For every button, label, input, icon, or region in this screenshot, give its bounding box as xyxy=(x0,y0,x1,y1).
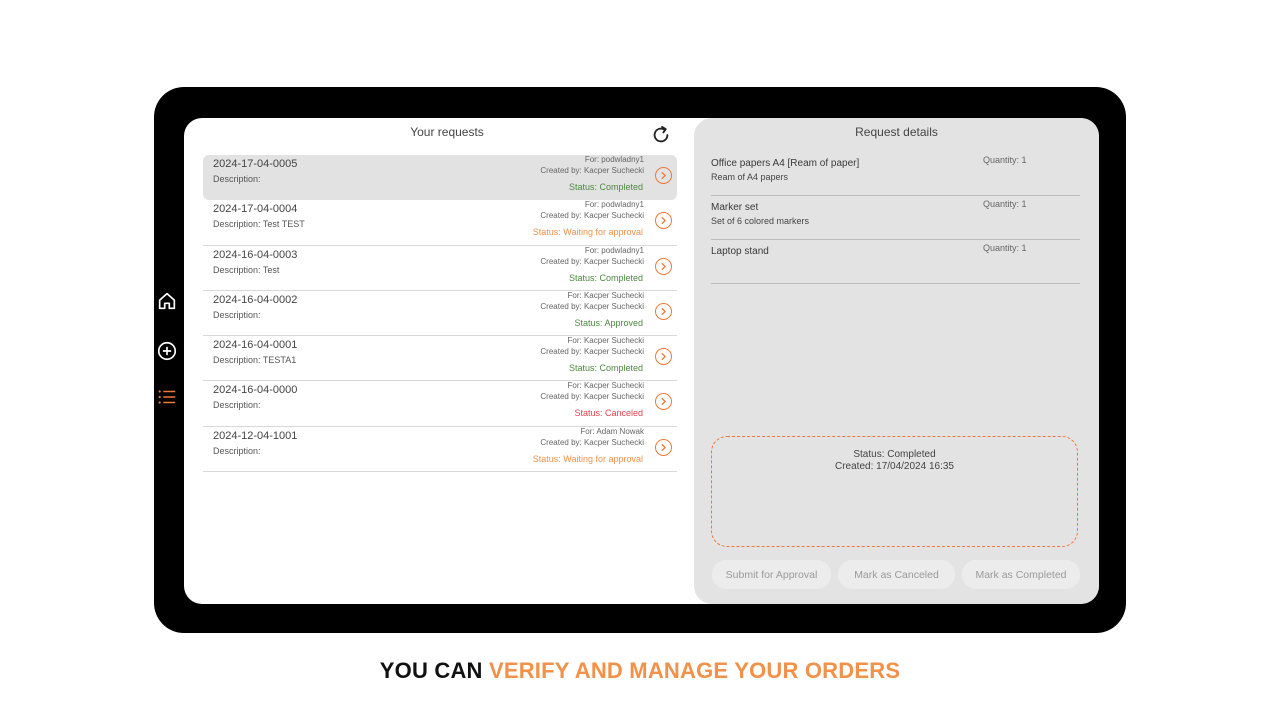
detail-item: Marker set Set of 6 colored markers Quan… xyxy=(711,196,1080,240)
status-box: Status: Completed Created: 17/04/2024 16… xyxy=(711,436,1078,547)
request-for: For: podwladny1 xyxy=(584,245,644,255)
open-request-button[interactable] xyxy=(655,212,672,230)
home-icon xyxy=(158,292,176,310)
created-text: Created: 17/04/2024 16:35 xyxy=(835,461,954,472)
chevron-right-icon xyxy=(661,217,666,225)
nav-home-button[interactable] xyxy=(154,288,180,314)
request-id: 2024-17-04-0004 xyxy=(213,203,298,216)
request-for: For: podwladny1 xyxy=(584,155,644,164)
request-description: Description: xyxy=(213,445,261,456)
request-row[interactable]: 2024-16-04-0000 Description: For: Kacper… xyxy=(203,381,677,427)
request-id: 2024-16-04-0000 xyxy=(213,384,298,397)
marketing-caption: YOU CAN VERIFY AND MANAGE YOUR ORDERS xyxy=(0,658,1280,684)
request-description: Description: TESTA1 xyxy=(213,355,297,366)
request-status: Status: Completed xyxy=(568,182,643,192)
request-status: Status: Approved xyxy=(574,317,643,328)
request-id: 2024-12-04-1001 xyxy=(213,429,298,442)
request-description: Description: Test TEST xyxy=(213,219,305,230)
open-request-button[interactable] xyxy=(655,438,672,456)
item-name: Laptop stand xyxy=(711,246,769,257)
request-created-by: Created by: Kacper Suchecki xyxy=(540,392,644,402)
item-quantity: Quantity: 1 xyxy=(983,155,1027,165)
request-for: For: Kacper Suchecki xyxy=(567,336,644,346)
request-created-by: Created by: Kacper Suchecki xyxy=(540,301,644,311)
requests-panel-title: Your requests xyxy=(410,125,484,139)
request-status: Status: Canceled xyxy=(574,408,643,419)
request-row[interactable]: 2024-17-04-0004 Description: Test TEST F… xyxy=(203,200,677,246)
request-row[interactable]: 2024-12-04-1001 Description: For: Adam N… xyxy=(203,426,677,473)
item-name: Marker set xyxy=(711,202,759,213)
item-quantity: Quantity: 1 xyxy=(983,243,1027,253)
request-for: For: Kacper Suchecki xyxy=(567,381,644,391)
request-row[interactable]: 2024-16-04-0002 Description: For: Kacper… xyxy=(203,290,677,337)
request-description: Description: Test xyxy=(213,264,280,275)
request-description: Description: xyxy=(213,400,261,411)
open-request-button[interactable] xyxy=(655,393,672,411)
open-request-button[interactable] xyxy=(655,257,672,275)
item-description: Ream of A4 papers xyxy=(711,172,789,182)
chevron-right-icon xyxy=(661,262,666,270)
refresh-button[interactable] xyxy=(650,124,672,146)
request-list: 2024-17-04-0005 Description: For: podwla… xyxy=(203,155,677,473)
chevron-right-icon xyxy=(661,171,666,180)
request-row[interactable]: 2024-16-04-0001 Description: TESTA1 For:… xyxy=(203,336,677,382)
open-request-button[interactable] xyxy=(655,167,672,184)
request-created-by: Created by: Kacper Suchecki xyxy=(540,347,644,357)
request-status: Status: Waiting for approval xyxy=(532,227,643,238)
request-created-by: Created by: Kacper Suchecki xyxy=(540,256,644,266)
request-id: 2024-16-04-0001 xyxy=(213,339,298,352)
details-panel-title: Request details xyxy=(855,125,938,139)
details-panel: Request details Office papers A4 [Ream o… xyxy=(694,118,1099,604)
request-status: Status: Completed xyxy=(568,363,643,374)
mark-as-completed-button[interactable]: Mark as Completed xyxy=(962,560,1080,589)
detail-item-list: Office papers A4 [Ream of paper] Ream of… xyxy=(711,152,1080,284)
chevron-right-icon xyxy=(661,443,666,451)
app-screen: Your requests 2024-17-04-0005 Descriptio… xyxy=(184,118,1099,604)
request-id: 2024-17-04-0005 xyxy=(213,158,298,170)
open-request-button[interactable] xyxy=(655,348,672,366)
nav-add-button[interactable] xyxy=(154,338,180,364)
request-row[interactable]: 2024-17-04-0005 Description: For: podwla… xyxy=(203,155,677,201)
request-row[interactable]: 2024-16-04-0003 Description: Test For: p… xyxy=(203,246,677,291)
request-id: 2024-16-04-0003 xyxy=(213,248,298,261)
nav-list-button[interactable] xyxy=(154,384,180,410)
request-description: Description: xyxy=(213,309,261,320)
request-for: For: podwladny1 xyxy=(584,200,644,210)
open-request-button[interactable] xyxy=(655,302,672,320)
caption-part-1: YOU CAN xyxy=(379,658,489,683)
detail-item: Office papers A4 [Ream of paper] Ream of… xyxy=(711,152,1080,196)
chevron-right-icon xyxy=(661,398,666,406)
requests-panel: Your requests 2024-17-04-0005 Descriptio… xyxy=(184,118,694,604)
request-id: 2024-16-04-0002 xyxy=(213,293,298,306)
request-status: Status: Waiting for approval xyxy=(532,453,643,464)
add-circle-icon xyxy=(157,341,177,361)
request-description: Description: xyxy=(213,174,261,184)
item-description: Set of 6 colored markers xyxy=(711,216,810,226)
refresh-icon xyxy=(653,126,669,143)
request-for: For: Kacper Suchecki xyxy=(567,290,644,300)
request-created-by: Created by: Kacper Suchecki xyxy=(540,437,644,447)
chevron-right-icon xyxy=(661,307,666,315)
request-for: For: Adam Nowak xyxy=(580,426,644,436)
side-navigation xyxy=(154,288,180,418)
list-icon xyxy=(158,390,176,404)
request-status: Status: Completed xyxy=(568,272,643,283)
mark-as-canceled-button[interactable]: Mark as Canceled xyxy=(838,560,955,589)
request-created-by: Created by: Kacper Suchecki xyxy=(540,166,644,175)
submit-for-approval-button[interactable]: Submit for Approval xyxy=(712,560,831,589)
caption-part-2: VERIFY AND MANAGE YOUR ORDERS xyxy=(488,658,901,683)
item-quantity: Quantity: 1 xyxy=(983,199,1027,209)
chevron-right-icon xyxy=(661,353,666,361)
status-text: Status: Completed xyxy=(853,449,936,460)
request-created-by: Created by: Kacper Suchecki xyxy=(540,211,644,221)
detail-item: Laptop stand Quantity: 1 xyxy=(711,240,1080,284)
item-name: Office papers A4 [Ream of paper] xyxy=(711,158,860,169)
